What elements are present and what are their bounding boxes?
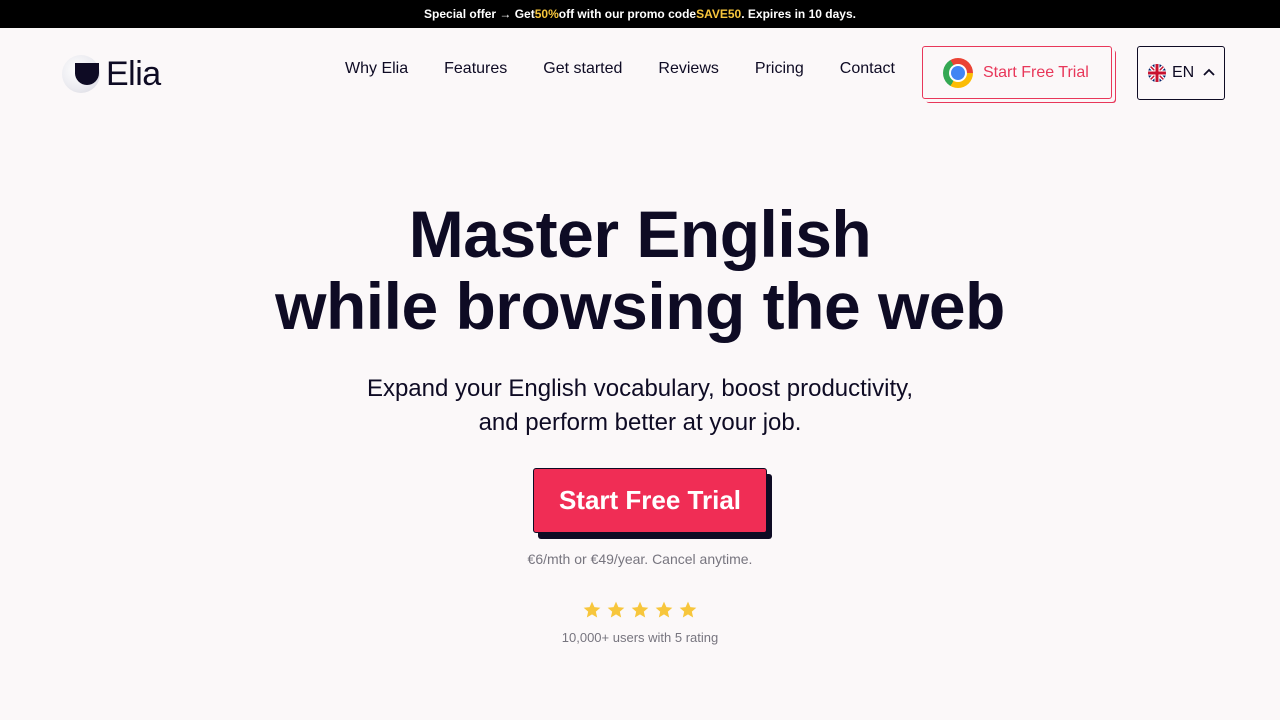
chrome-icon — [943, 57, 973, 88]
start-free-trial-button[interactable]: Start Free Trial — [533, 468, 767, 533]
nav-item-get-started[interactable]: Get started — [543, 60, 622, 78]
promo-mid: off with our promo code — [558, 7, 697, 21]
hero-subtitle-line2: and perform better at your job. — [478, 409, 802, 436]
hero-title: Master English while browsing the web — [0, 198, 1280, 342]
header-trial-label: Start Free Trial — [983, 63, 1089, 81]
hero-subtitle: Expand your English vocabulary, boost pr… — [0, 372, 1280, 440]
language-selector[interactable]: EN — [1137, 46, 1225, 100]
price-note: €6/mth or €49/year. Cancel anytime. — [527, 551, 753, 567]
promo-code: SAVE50 — [696, 7, 742, 21]
rating-text: 10,000+ users with 5 rating — [561, 630, 719, 645]
hero-title-line2: while browsing the web — [275, 269, 1005, 343]
nav-item-why-elia[interactable]: Why Elia — [345, 60, 408, 78]
star-icon — [655, 601, 673, 618]
main-nav: Why Elia Features Get started Reviews Pr… — [345, 60, 895, 78]
rating-stars — [0, 600, 1280, 620]
uk-flag-icon — [1148, 64, 1166, 82]
logo[interactable]: Elia — [62, 54, 161, 94]
promo-banner: Special offer → Get 50% off with our pro… — [0, 0, 1280, 28]
header-start-free-trial-button[interactable]: Start Free Trial — [922, 46, 1112, 99]
promo-discount: 50% — [534, 7, 559, 21]
nav-item-features[interactable]: Features — [444, 60, 507, 78]
logo-mark-icon — [62, 55, 100, 93]
star-icon — [679, 601, 697, 618]
nav-item-pricing[interactable]: Pricing — [755, 60, 804, 78]
promo-tail: . Expires in 10 days. — [741, 7, 856, 21]
star-icon — [631, 601, 649, 618]
chevron-up-icon — [1202, 64, 1216, 82]
star-icon — [607, 601, 625, 618]
hero-title-line1: Master English — [408, 197, 872, 271]
nav-item-contact[interactable]: Contact — [840, 60, 895, 78]
language-code: EN — [1172, 64, 1195, 81]
logo-text: Elia — [106, 54, 161, 93]
nav-item-reviews[interactable]: Reviews — [658, 60, 718, 78]
hero-subtitle-line1: Expand your English vocabulary, boost pr… — [366, 375, 914, 402]
promo-lead: Special offer → Get — [424, 7, 535, 21]
star-icon — [583, 601, 601, 618]
